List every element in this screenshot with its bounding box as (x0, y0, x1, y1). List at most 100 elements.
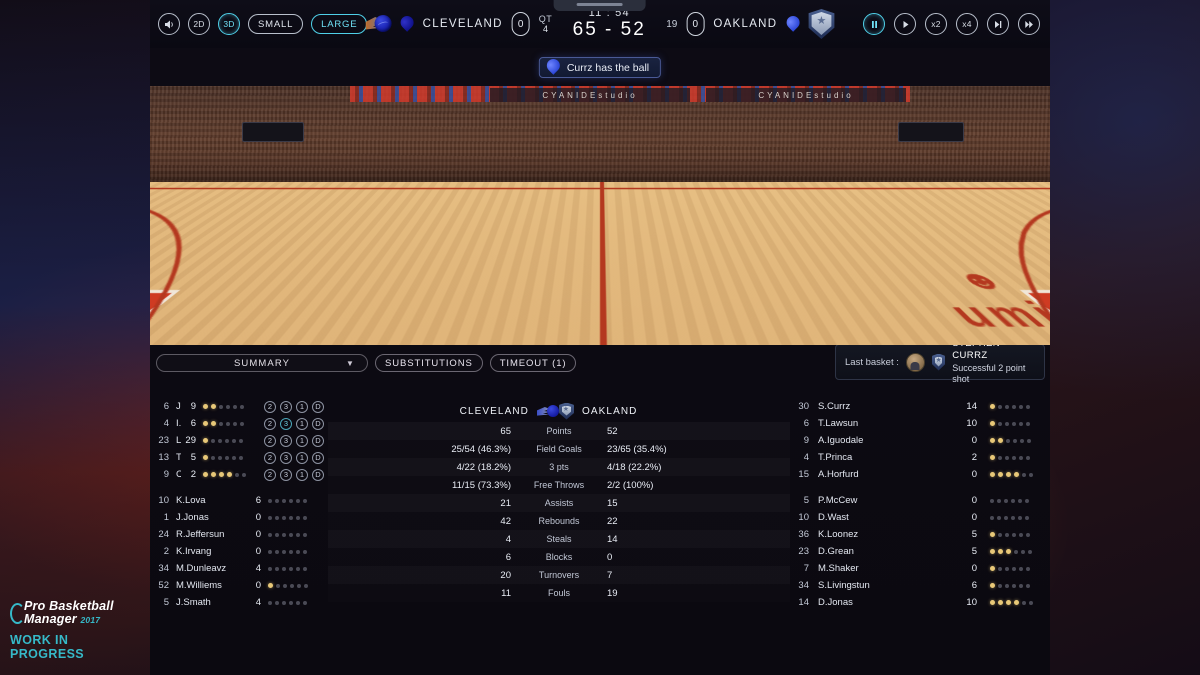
action-badge-d[interactable]: D (312, 451, 324, 464)
table-row[interactable]: 6 T.Lawsun 10 (790, 415, 1050, 432)
action-badge-2[interactable]: 2 (264, 468, 276, 481)
stamina-dot (304, 583, 308, 588)
action-badge-3[interactable]: 3 (280, 468, 292, 481)
pause-button[interactable] (863, 13, 885, 35)
table-row[interactable]: 52 M.Williems 0 (150, 577, 328, 594)
stamina-meter (203, 404, 259, 409)
action-badge-1[interactable]: 1 (296, 400, 308, 413)
table-row[interactable]: 9C.Frya2231D (150, 466, 328, 483)
size-small-button[interactable]: SMALL (248, 14, 304, 34)
stat-away-value: 7 (607, 569, 613, 581)
table-row[interactable]: 10 K.Lova 6 (150, 492, 328, 509)
player-number: 30 (798, 401, 809, 412)
player-token[interactable] (970, 246, 979, 266)
team-shield-icon: ★ (931, 353, 946, 371)
timeout-button[interactable]: TIMEOUT (1) (489, 354, 577, 372)
action-badge-1[interactable]: 1 (296, 434, 308, 447)
action-badge-2[interactable]: 2 (264, 434, 276, 447)
player-name: J.Jonas (176, 512, 209, 523)
player-points: 10 (966, 597, 977, 608)
match-3d-viewport[interactable]: CYANIDEstudio CYANIDEstudio CYANIDE s (150, 86, 1050, 345)
player-token[interactable] (903, 234, 912, 254)
stat-label: Fouls (547, 588, 570, 598)
speed-x2-button[interactable]: x2 (925, 13, 947, 35)
table-row[interactable]: 5 P.McCew 0 (790, 492, 1050, 509)
action-badge-1[interactable]: 1 (296, 468, 308, 481)
away-marker-icon (783, 12, 803, 33)
table-row[interactable]: 14 D.Jonas 10 (790, 594, 1050, 611)
view-2d-button[interactable]: 2D (188, 13, 210, 35)
stamina-dot (1006, 438, 1010, 443)
table-row[interactable]: 6J.McRaa9231D (150, 398, 328, 415)
table-row[interactable]: 10 D.Wast 0 (790, 509, 1050, 526)
table-row[interactable]: 4I.Shumpart6231D (150, 415, 328, 432)
table-row[interactable]: 13T.Thompsun5231D (150, 449, 328, 466)
view-mode-dropdown[interactable]: SUMMARY ▼ (156, 354, 368, 372)
stamina-meter (203, 438, 259, 443)
table-row[interactable]: 15 A.Horfurd 0 (790, 466, 1050, 483)
table-row[interactable]: 30 S.Currz 14 (790, 398, 1050, 415)
table-row[interactable]: 9 A.Iguodale 0 (790, 432, 1050, 449)
stamina-dot (203, 438, 208, 443)
player-token[interactable] (883, 301, 892, 321)
player-token[interactable] (995, 281, 1004, 301)
player-name: A.Horfurd (818, 469, 859, 480)
action-badge-3[interactable]: 3 (280, 417, 292, 430)
action-badge-1[interactable]: 1 (296, 417, 308, 430)
stat-home-value: 4 (505, 533, 511, 545)
table-row[interactable]: 23L.Jamas29231D (150, 432, 328, 449)
table-row[interactable]: 1 J.Jonas 0 (150, 509, 328, 526)
action-badge-3[interactable]: 3 (280, 434, 292, 447)
stamina-dot (227, 472, 232, 477)
player-token[interactable] (913, 282, 922, 302)
stamina-dot (275, 566, 279, 571)
table-row[interactable]: 36 K.Loonez 5 (790, 526, 1050, 543)
stamina-dot (282, 498, 286, 503)
stamina-dot (303, 600, 307, 605)
step-forward-button[interactable] (987, 13, 1009, 35)
action-badge-2[interactable]: 2 (264, 417, 276, 430)
stat-home-value: 11 (501, 587, 511, 599)
action-badge-1[interactable]: 1 (296, 451, 308, 464)
stamina-dot (998, 421, 1002, 426)
stat-label: Free Throws (533, 480, 585, 490)
sound-toggle-button[interactable] (158, 13, 180, 35)
stamina-dot (276, 583, 280, 588)
size-large-button[interactable]: LARGE (311, 14, 368, 34)
play-button[interactable] (894, 13, 916, 35)
table-row[interactable]: 5 J.Smath 4 (150, 594, 328, 611)
stamina-dot (1019, 532, 1023, 537)
stamina-dot (1019, 421, 1023, 426)
action-badge-d[interactable]: D (312, 417, 324, 430)
player-token[interactable] (836, 204, 845, 224)
table-row[interactable]: 23 D.Grean 5 (790, 543, 1050, 560)
stat-home-value: 21 (500, 497, 511, 509)
table-row[interactable]: 7 M.Shaker 0 (790, 560, 1050, 577)
skip-to-end-button[interactable] (1018, 13, 1040, 35)
table-row[interactable]: 4 T.Princa 2 (790, 449, 1050, 466)
action-badge-3[interactable]: 3 (280, 400, 292, 413)
view-3d-button[interactable]: 3D (218, 13, 240, 35)
action-badge-3[interactable]: 3 (280, 451, 292, 464)
stamina-dot (303, 549, 307, 554)
stamina-dot (1014, 549, 1018, 554)
speed-x4-button[interactable]: x4 (956, 13, 978, 35)
roster-divider (790, 483, 1050, 492)
table-row[interactable]: 34 S.Livingstun 6 (790, 577, 1050, 594)
table-row[interactable]: 2 K.Irvang 0 (150, 543, 328, 560)
action-badge-d[interactable]: D (312, 434, 324, 447)
action-badge-d[interactable]: D (312, 400, 324, 413)
possession-text: Currz has the ball (566, 61, 650, 74)
player-token[interactable] (862, 214, 871, 234)
player-token[interactable] (840, 291, 849, 311)
substitutions-button[interactable]: SUBSTITUTIONS (375, 354, 483, 372)
comparison-home-team: CLEVELAND (459, 405, 529, 417)
action-badge-d[interactable]: D (312, 468, 324, 481)
table-row[interactable]: 24 R.Jeffersun 0 (150, 526, 328, 543)
player-token[interactable] (822, 290, 831, 310)
table-row[interactable]: 34 M.Dunleavz 4 (150, 560, 328, 577)
action-badge-2[interactable]: 2 (264, 451, 276, 464)
action-badge-2[interactable]: 2 (264, 400, 276, 413)
player-name: J.Smath (176, 597, 211, 608)
arena-ribbon-left: CYANIDEstudio (490, 88, 690, 102)
